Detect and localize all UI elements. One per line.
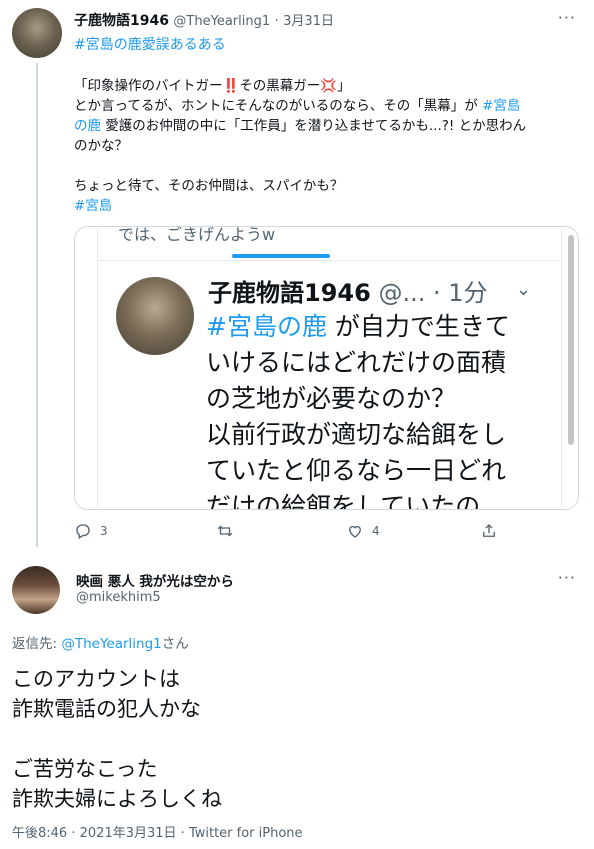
heart-icon bbox=[349, 525, 361, 538]
tweet-reply[interactable]: 映画 悪人 我が光は空から @mikekhim5 ··· 返信先: @TheYe… bbox=[0, 558, 594, 849]
embed-hashtag: #宮島の鹿 bbox=[206, 312, 327, 341]
thread-line bbox=[36, 63, 38, 547]
reply-handle-link[interactable]: @TheYearling1 bbox=[61, 636, 161, 652]
separator: · bbox=[274, 14, 279, 29]
embed-author-name: 子鹿物語1946 bbox=[208, 279, 371, 307]
body-line: ちょっと待て、そのお仲間は、スパイかも？ bbox=[74, 178, 344, 194]
tweet-body: 「印象操作のバイトガー‼️その黒幕ガー💢」 とか言ってるが、ホントにそんなのがい… bbox=[74, 76, 579, 216]
share-button[interactable] bbox=[480, 522, 498, 540]
body-line: ご苦労なこった bbox=[12, 757, 158, 781]
chevron-down-icon: ⌄ bbox=[516, 279, 532, 300]
hashtag-link[interactable]: #宮島 bbox=[482, 98, 520, 114]
reply-to: 返信先: @TheYearling1さん bbox=[12, 636, 189, 652]
author-handle[interactable]: @TheYearling1 bbox=[173, 14, 270, 29]
body-line: 詐欺電話の犯人かな bbox=[12, 697, 201, 721]
author-name[interactable]: 子鹿物語1946 bbox=[74, 13, 169, 29]
anger-icon: 💢 bbox=[320, 78, 338, 94]
hashtag-link[interactable]: の鹿 bbox=[74, 118, 101, 134]
embed-avatar bbox=[116, 277, 194, 355]
divider bbox=[98, 260, 563, 261]
author-handle[interactable]: @mikekhim5 bbox=[76, 590, 161, 605]
tweet-source[interactable]: Twitter for iPhone bbox=[189, 826, 303, 841]
more-options-icon[interactable]: ··· bbox=[558, 568, 576, 587]
like-count: 4 bbox=[372, 524, 380, 538]
body-line: の鹿 愛護のお仲間の中に「工作員」を潜り込ませてるかも...?! とか思わん bbox=[74, 118, 527, 134]
hashtag-link[interactable]: #宮島の鹿愛誤あるある bbox=[74, 34, 226, 54]
body-line: 詐欺夫婦によろしくね bbox=[12, 787, 222, 811]
tweet-body: このアカウントは 詐欺電話の犯人かな ご苦労なこった 詐欺夫婦によろしくね bbox=[12, 664, 222, 814]
double-exclamation-icon: ‼️ bbox=[222, 78, 240, 94]
tweet-date[interactable]: 2021年3月31日 bbox=[80, 826, 177, 841]
tweet-actions: 3 4 bbox=[74, 522, 579, 544]
tweet-meta: 午後8:46 · 2021年3月31日 · Twitter for iPhone bbox=[12, 826, 303, 841]
embed-top-text: では、ごきげんようw bbox=[118, 226, 276, 244]
embed-time: · 1分 bbox=[432, 279, 488, 307]
tweet-main[interactable]: 子鹿物語1946 @TheYearling1 · 3月31日 ··· #宮島の鹿… bbox=[0, 0, 594, 550]
share-icon bbox=[483, 524, 495, 537]
author-name[interactable]: 映画 悪人 我が光は空から bbox=[76, 570, 234, 590]
hashtag-link[interactable]: #宮島 bbox=[74, 196, 579, 216]
body-line: このアカウントは bbox=[12, 667, 180, 691]
embed-header: 子鹿物語1946 @... · 1分 bbox=[208, 273, 488, 308]
embed-body: #宮島の鹿 が自力で生きて いけるにはどれだけの面積 の芝地が必要なのか？ 以前… bbox=[206, 312, 510, 510]
tweet-header: 子鹿物語1946 @TheYearling1 · 3月31日 bbox=[74, 10, 334, 30]
scrollbar[interactable] bbox=[568, 235, 574, 445]
reply-icon bbox=[76, 524, 90, 539]
avatar[interactable] bbox=[12, 8, 62, 58]
body-line: とか言ってるが、ホントにそんなのがいるのなら、その「黒幕」が #宮島 bbox=[74, 98, 521, 114]
tab-indicator bbox=[232, 254, 330, 258]
like-button[interactable]: 4 bbox=[346, 522, 380, 540]
avatar[interactable] bbox=[12, 566, 60, 614]
attached-image[interactable]: では、ごきげんようw 子鹿物語1946 @... · 1分 ⌄ #宮島の鹿 が自… bbox=[74, 226, 579, 510]
reply-button[interactable]: 3 bbox=[74, 522, 108, 540]
tweet-date[interactable]: 3月31日 bbox=[283, 14, 334, 29]
retweet-button[interactable] bbox=[216, 522, 242, 540]
reply-count: 3 bbox=[100, 524, 108, 538]
retweet-icon bbox=[217, 525, 233, 537]
more-options-icon[interactable]: ··· bbox=[558, 8, 576, 27]
screenshot-panel: では、ごきげんようw 子鹿物語1946 @... · 1分 ⌄ #宮島の鹿 が自… bbox=[97, 226, 563, 510]
embed-author-handle: @... bbox=[378, 279, 426, 307]
body-line: のかな？ bbox=[74, 138, 128, 154]
tweet-time[interactable]: 午後8:46 bbox=[12, 826, 67, 841]
body-line: 「印象操作のバイトガー‼️その黒幕ガー💢」 bbox=[74, 78, 351, 94]
